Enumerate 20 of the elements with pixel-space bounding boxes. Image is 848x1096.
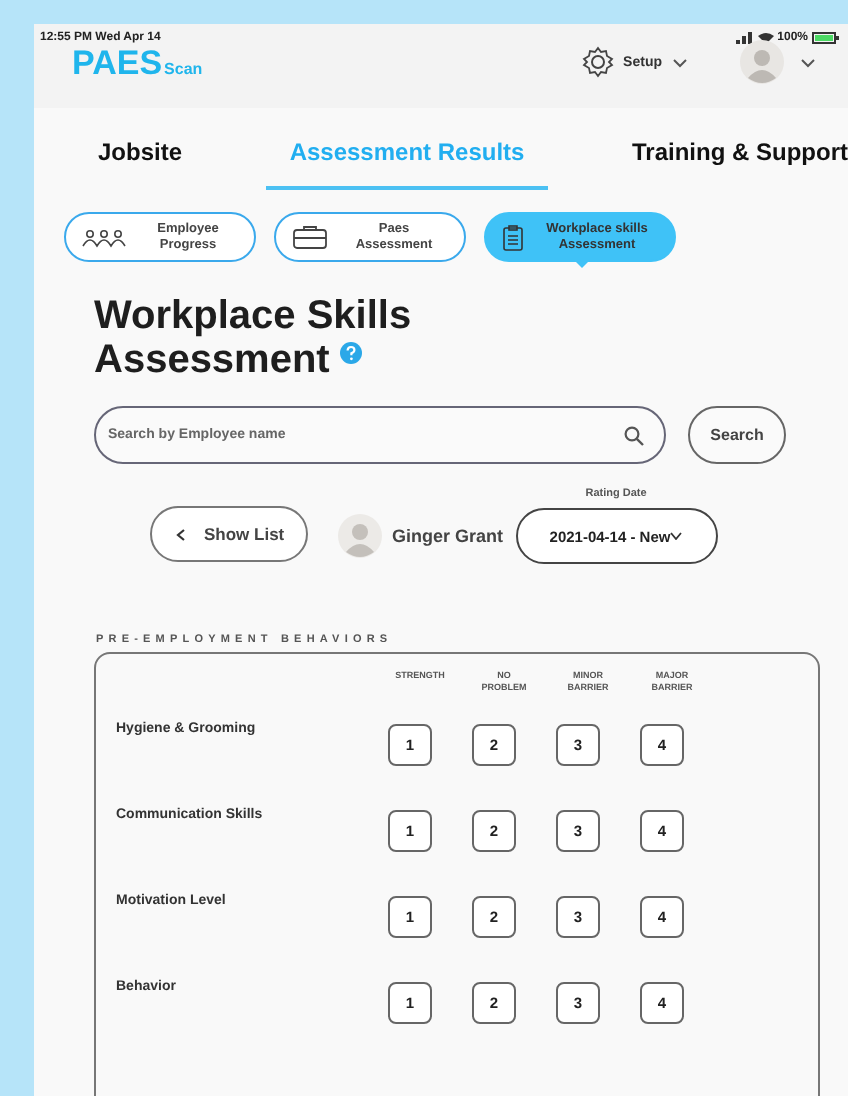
chevron-left-icon bbox=[176, 527, 186, 541]
chevron-down-icon[interactable] bbox=[800, 57, 816, 67]
search-icon bbox=[624, 426, 644, 446]
nav-tab[interactable]: Training & Support bbox=[608, 128, 848, 190]
chevron-down-icon bbox=[670, 532, 683, 540]
clipboard-icon bbox=[502, 223, 524, 251]
show-list-button[interactable]: Show List bbox=[150, 506, 308, 562]
search-button[interactable]: Search bbox=[688, 406, 786, 464]
signal-icon bbox=[735, 31, 754, 43]
settings-icon bbox=[581, 46, 614, 78]
avatar-icon bbox=[338, 514, 382, 558]
battery-icon bbox=[812, 31, 840, 43]
page-title: Workplace Skills Assessment bbox=[94, 294, 414, 382]
app-logo: PAESScan bbox=[72, 45, 203, 79]
nav-tab[interactable]: Jobsite bbox=[74, 128, 207, 190]
help-icon bbox=[340, 342, 363, 364]
briefcase-icon bbox=[292, 224, 328, 250]
chevron-down-icon bbox=[672, 57, 688, 67]
employee-name: Ginger Grant bbox=[392, 526, 504, 546]
people-icon bbox=[82, 227, 126, 247]
